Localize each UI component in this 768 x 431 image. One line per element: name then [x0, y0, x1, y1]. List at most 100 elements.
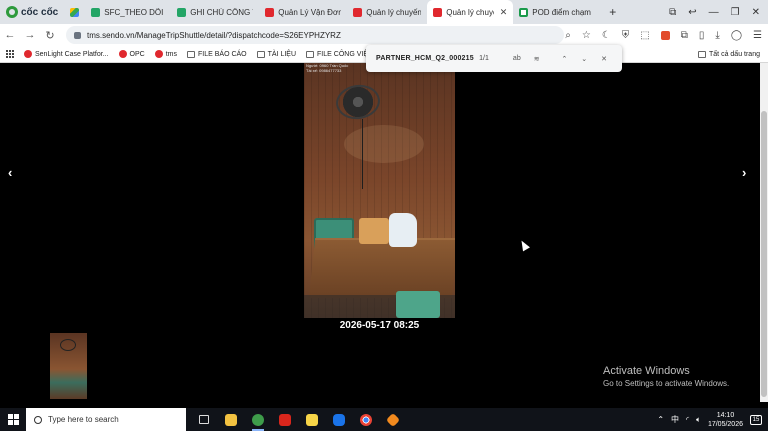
tab-quan-ly-van-don[interactable]: Quản Lý Vận Đơn C: [259, 0, 347, 24]
photo-stain: [344, 125, 424, 163]
image-viewer: ‹ › Người: 0960 Trần Quốc Tài xế: 098647…: [0, 63, 760, 402]
scrollbar-thumb[interactable]: [761, 111, 767, 397]
next-image-arrow[interactable]: ›: [742, 165, 746, 180]
tab-quan-ly-chuyen-xe[interactable]: Quản lý chuyến xe: [347, 0, 427, 24]
volume-icon[interactable]: 🔈︎: [696, 415, 701, 425]
find-close-icon[interactable]: ✕: [594, 55, 614, 63]
pinned-apps: [186, 410, 403, 431]
close-tab-icon[interactable]: ✕: [500, 7, 508, 18]
find-in-page-icon[interactable]: ⌕: [565, 30, 571, 41]
previous-image-arrow[interactable]: ‹: [8, 165, 12, 180]
folder-icon: [698, 51, 707, 58]
sendo-icon: [118, 50, 127, 58]
all-bookmarks-label: Tất cả dấu trang: [709, 51, 760, 58]
app-orange-icon[interactable]: [383, 410, 403, 430]
tab-ghi-chu[interactable]: GHI CHÚ CÔNG VIỆ: [171, 0, 259, 24]
dark-mode-icon[interactable]: ☾: [602, 30, 611, 41]
clock-time: 14:10: [716, 411, 735, 419]
new-tab-button[interactable]: +: [601, 5, 624, 19]
photo-cord: [362, 119, 363, 189]
restore-icon[interactable]: ❐: [731, 7, 740, 18]
apps-icon[interactable]: [6, 50, 14, 58]
photo-thumbnail[interactable]: [50, 333, 87, 399]
menu-icon[interactable]: ☰: [753, 30, 762, 41]
shield-icon[interactable]: ⛨: [622, 30, 630, 41]
photo-parcel-box: [359, 218, 389, 244]
bookmark-label: OPC: [129, 50, 145, 58]
zalo-icon[interactable]: [329, 410, 349, 430]
bookmark-tms[interactable]: tms: [154, 50, 177, 58]
tab-drive[interactable]: [64, 0, 85, 24]
whole-word-icon[interactable]: ≋: [527, 55, 547, 63]
tab-pod[interactable]: POD điểm chạm: [513, 0, 601, 24]
find-previous-icon[interactable]: ⌃: [555, 55, 575, 63]
brand-name: cốc cốc: [21, 6, 59, 18]
sheets-icon: [177, 7, 187, 17]
coccoc-browser-icon[interactable]: [248, 410, 268, 431]
back-history-icon[interactable]: ↩: [688, 7, 696, 18]
forward-icon[interactable]: →: [20, 29, 40, 41]
system-tray: ⌃ 中 ◜ 🔈︎ 14:10 17/05/2026 15: [657, 408, 768, 431]
bookmark-star-icon[interactable]: ☆: [582, 30, 591, 41]
back-icon[interactable]: ←: [0, 29, 20, 41]
tab-search-icon[interactable]: ⧉: [669, 7, 676, 18]
sendo-icon: [154, 50, 163, 58]
browser-brand[interactable]: cốc cốc: [0, 0, 64, 24]
bookmark-label: FILE BÁO CÁO: [198, 50, 247, 58]
bookmark-file-bao-cao[interactable]: FILE BÁO CÁO: [187, 50, 247, 58]
toolbar: ← → ↻ tms.sendo.vn/ManageTripShuttle/det…: [0, 24, 768, 46]
folder-icon: [187, 50, 195, 58]
wps-office-icon[interactable]: [275, 410, 295, 430]
notification-center-icon[interactable]: 15: [750, 414, 762, 425]
sidebar-icon[interactable]: ▯: [699, 30, 705, 41]
extensions-icon[interactable]: ⬚: [640, 30, 649, 41]
tab-sfc[interactable]: SFC_THEO DÕI ĐỐI: [85, 0, 171, 24]
photo-timestamp: 2026-05-17 08:25: [339, 320, 420, 331]
minimize-icon[interactable]: —: [709, 7, 719, 18]
screen: cốc cốc SFC_THEO DÕI ĐỐI GHI CHÚ CÔNG VI…: [0, 0, 768, 431]
bookmark-file-cong-viec[interactable]: FILE CÔNG VIỆC: [306, 50, 373, 58]
mouse-cursor-icon: [518, 238, 530, 252]
search-placeholder: Type here to search: [48, 415, 119, 424]
extension-icon[interactable]: [660, 30, 670, 40]
taskbar-search[interactable]: Type here to search: [26, 408, 186, 431]
file-explorer-icon[interactable]: [221, 410, 241, 430]
bookmark-tai-lieu[interactable]: TÀI LIỆU: [256, 50, 296, 58]
page-scrollbar[interactable]: [760, 63, 768, 402]
bookmark-senlight[interactable]: SenLight Case Platfor...: [24, 50, 109, 58]
sendo-icon: [24, 50, 32, 58]
close-window-icon[interactable]: ✕: [752, 7, 760, 18]
delivery-photo[interactable]: Người: 0960 Trần Quốc Tài xế: 0986477733: [304, 63, 455, 318]
bookmark-label: SenLight Case Platfor...: [35, 50, 109, 58]
bookmark-opc[interactable]: OPC: [118, 50, 145, 58]
profile-icon[interactable]: ◯: [731, 30, 742, 41]
start-button[interactable]: [0, 408, 26, 431]
tab-active[interactable]: Quản lý chuyế ✕: [427, 0, 514, 24]
drive-icon: [70, 7, 80, 17]
bookmark-label: tms: [165, 50, 177, 58]
site-info-icon[interactable]: [74, 31, 81, 39]
find-next-icon[interactable]: ⌄: [574, 55, 594, 63]
task-view-icon[interactable]: [194, 410, 214, 430]
chrome-icon[interactable]: [356, 410, 376, 430]
folder-icon: [256, 50, 265, 58]
system-clock[interactable]: 14:10 17/05/2026: [708, 411, 743, 429]
puzzle-icon[interactable]: ⧉: [681, 30, 688, 41]
activate-windows-watermark: Activate Windows Go to Settings to activ…: [603, 365, 729, 388]
photo-table: [308, 238, 455, 298]
sheets-icon: [91, 7, 101, 17]
find-input[interactable]: PARTNER_HCM_Q2_000215: [376, 55, 479, 62]
show-hidden-icons-icon[interactable]: ⌃: [657, 415, 664, 424]
download-icon[interactable]: ⤓: [715, 30, 719, 41]
reload-icon[interactable]: ↻: [40, 29, 60, 42]
pod-icon: [519, 7, 529, 17]
address-bar[interactable]: tms.sendo.vn/ManageTripShuttle/detail/?d…: [66, 26, 564, 44]
input-language-icon[interactable]: 中: [671, 414, 679, 425]
url-text[interactable]: tms.sendo.vn/ManageTripShuttle/detail/?d…: [87, 31, 341, 40]
tab-label: Quản lý chuyến xe: [366, 7, 422, 17]
search-icon: [34, 415, 42, 424]
all-bookmarks[interactable]: Tất cả dấu trang: [698, 46, 760, 63]
network-icon[interactable]: ◜: [686, 415, 689, 424]
match-case-button[interactable]: ab: [507, 55, 527, 62]
sticky-notes-icon[interactable]: [302, 410, 322, 430]
